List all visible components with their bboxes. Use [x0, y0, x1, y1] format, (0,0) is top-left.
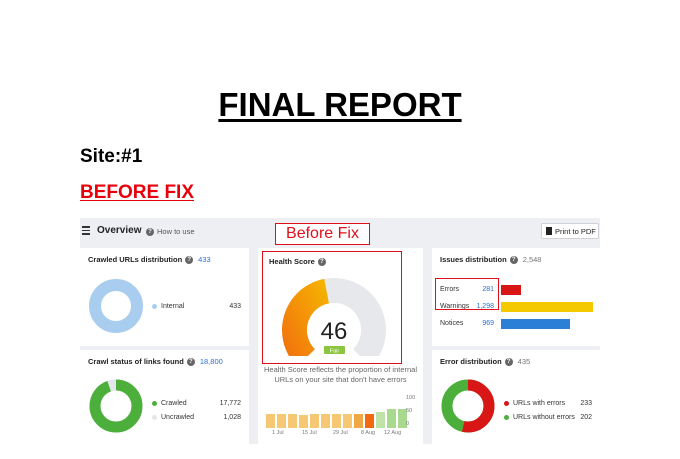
history-bar[interactable] — [266, 414, 275, 428]
legend-value: 202 — [580, 414, 592, 421]
legend-label: URLs without errors — [513, 414, 575, 421]
health-score-highlight: Health Score ? 46 Fair — [262, 251, 402, 364]
x-tick-label: 12 Aug — [384, 430, 402, 436]
history-bar[interactable] — [299, 414, 308, 428]
card-title-label: Crawled URLs distribution — [88, 255, 183, 264]
help-icon[interactable]: ? — [185, 255, 194, 264]
legend-value: 1,028 — [223, 414, 241, 421]
help-icon[interactable]: ? — [317, 257, 326, 266]
legend-dot — [504, 415, 509, 420]
print-to-pdf-label: Print to PDF — [555, 226, 596, 236]
card-title-label: Issues distribution — [440, 255, 507, 264]
error-distribution-card: Error distribution ? 435 URLs with error… — [432, 350, 600, 444]
legend-value: 233 — [580, 400, 592, 407]
crawled-urls-card: Crawled URLs distribution ? 433 Internal… — [80, 248, 249, 346]
legend-item[interactable]: URLs with errors — [504, 400, 565, 407]
crawl-status-donut — [89, 379, 143, 433]
issue-count-link[interactable]: 969 — [482, 320, 494, 327]
x-tick-label: 15 Jul — [302, 430, 317, 436]
print-to-pdf-button[interactable]: Print to PDF — [541, 223, 599, 239]
card-title: Crawled URLs distribution ? 433 — [88, 255, 211, 264]
card-count: 2,548 — [522, 255, 542, 264]
donut-segment-internal — [89, 279, 143, 333]
site-label: Site:#1 — [80, 146, 143, 167]
history-bar[interactable] — [277, 414, 286, 428]
before-fix-heading: BEFORE FIX — [80, 182, 195, 203]
y-tick-label: 100 — [406, 395, 416, 401]
history-bar[interactable] — [365, 413, 374, 428]
history-bar[interactable] — [387, 408, 396, 428]
crawl-status-card: Crawl status of links found ? 18,800 Cra… — [80, 350, 249, 444]
how-to-use-link[interactable]: ? How to use — [146, 227, 195, 236]
before-fix-callout: Before Fix — [275, 223, 370, 245]
help-icon[interactable]: ? — [186, 357, 195, 366]
help-icon[interactable]: ? — [504, 357, 513, 366]
legend-label: URLs with errors — [513, 400, 566, 407]
error-distribution-donut — [441, 379, 495, 433]
report-title: FINAL REPORT — [218, 86, 462, 123]
y-tick-label: 0 — [406, 421, 410, 427]
card-title: Error distribution ? 435 — [440, 357, 530, 366]
issue-bar[interactable] — [501, 285, 521, 295]
issue-bar[interactable] — [501, 302, 593, 312]
errors-warnings-highlight — [435, 278, 499, 310]
dashboard-screenshot: Overview ? How to use Print to PDF Crawl… — [80, 218, 600, 444]
card-title: Crawl status of links found ? 18,800 — [88, 357, 223, 366]
history-bar[interactable] — [321, 414, 330, 428]
x-tick-label: 8 Aug — [361, 430, 376, 436]
card-title: Issues distribution ? 2,548 — [440, 255, 541, 264]
legend-dot — [504, 401, 509, 406]
issue-bar[interactable] — [501, 319, 570, 329]
legend-label: Uncrawled — [161, 414, 195, 421]
document-icon — [546, 227, 552, 235]
description-line: URLs on your site that don't have errors — [274, 375, 407, 384]
legend-dot — [152, 415, 157, 420]
how-to-use-label: How to use — [157, 227, 195, 236]
legend-label: Internal — [161, 303, 185, 310]
health-score-gauge: 46 Fair — [282, 278, 386, 356]
card-title-label: Health Score — [269, 257, 315, 266]
history-bar[interactable] — [343, 413, 352, 428]
page-title: Overview — [97, 225, 142, 236]
legend-value: 17,772 — [219, 400, 241, 407]
crawled-urls-donut — [89, 279, 143, 333]
status-badge-label: Fair — [330, 348, 340, 354]
legend-label: Crawled — [161, 400, 187, 407]
help-icon[interactable]: ? — [509, 255, 518, 264]
health-score-value: 46 — [321, 318, 348, 345]
card-title-label: Error distribution — [440, 357, 502, 366]
legend-value: 433 — [229, 303, 241, 310]
legend-item[interactable]: URLs without errors — [504, 414, 575, 421]
x-tick-label: 1 Jul — [272, 430, 284, 436]
legend-item[interactable]: Crawled — [152, 400, 187, 407]
issue-label: Notices — [440, 320, 464, 327]
legend-item[interactable]: Uncrawled — [152, 414, 194, 421]
history-bar[interactable] — [354, 414, 363, 428]
description-line: Health Score reflects the proportion of … — [264, 365, 417, 374]
history-bar[interactable] — [332, 414, 341, 428]
legend-dot — [152, 304, 157, 309]
history-bar[interactable] — [288, 414, 297, 428]
card-count: 435 — [517, 357, 531, 366]
x-tick-label: 29 Jul — [333, 430, 348, 436]
card-title: Health Score ? — [269, 257, 326, 266]
y-tick-label: 50 — [406, 408, 413, 414]
legend-item[interactable]: Internal — [152, 303, 184, 310]
history-bar[interactable] — [376, 411, 385, 428]
card-count-link[interactable]: 433 — [198, 255, 211, 264]
health-score-description: Health Score reflects the proportion of … — [258, 365, 423, 385]
hamburger-icon[interactable] — [82, 226, 90, 235]
history-bar[interactable] — [310, 414, 319, 428]
help-icon: ? — [146, 227, 154, 236]
donut-segment-crawled — [89, 379, 143, 433]
legend-dot — [152, 401, 157, 406]
card-title-label: Crawl status of links found — [88, 357, 184, 366]
card-count-link[interactable]: 18,800 — [200, 357, 223, 366]
